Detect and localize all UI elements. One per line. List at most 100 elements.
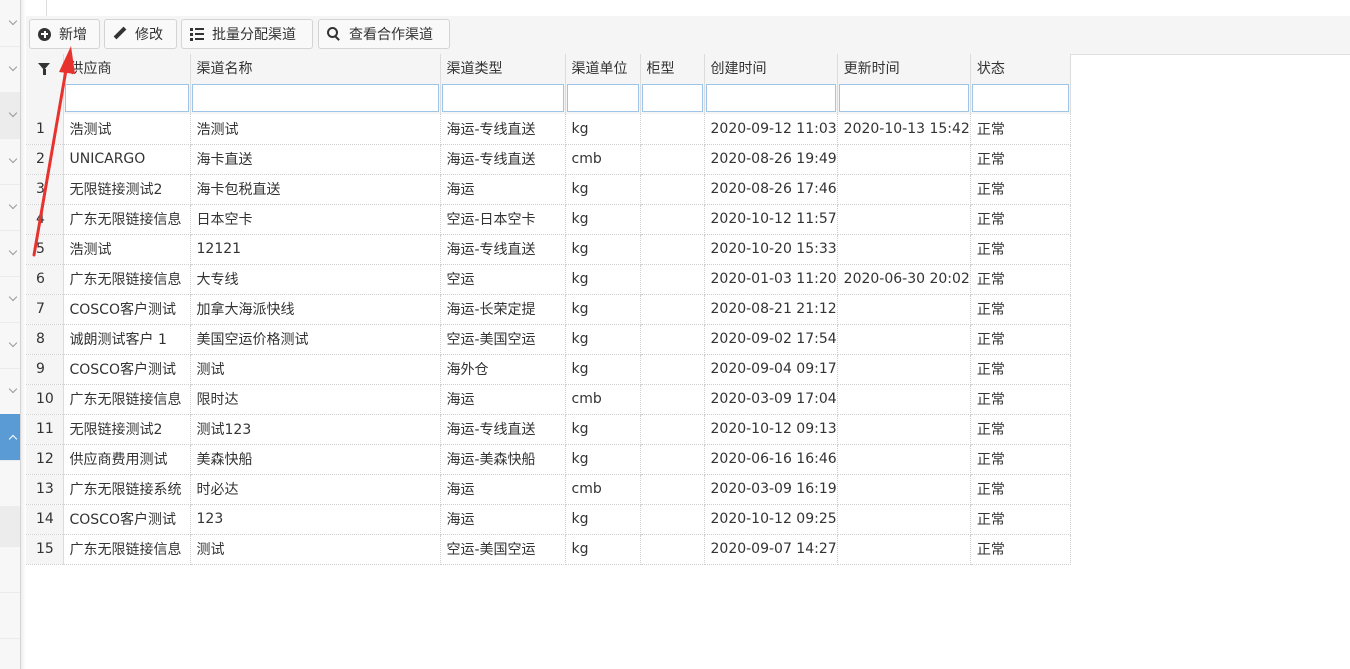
- sidebar-item[interactable]: [0, 592, 20, 639]
- filter-channel-type-input[interactable]: [441, 84, 564, 112]
- cell-status[interactable]: 正常: [970, 144, 1071, 175]
- cell-unit[interactable]: kg: [565, 414, 641, 445]
- table-row[interactable]: 10 广东无限链接信息 限时达 海运 cmb 2020-03-09 17:04 正常: [26, 384, 1071, 415]
- filter-created-input[interactable]: [705, 84, 836, 112]
- cell-created[interactable]: 2020-09-04 09:17: [704, 354, 838, 385]
- sidebar-item[interactable]: [0, 276, 20, 323]
- cell-channel[interactable]: 加拿大海派快线: [190, 294, 441, 325]
- cell-updated[interactable]: [837, 294, 971, 325]
- table-row[interactable]: 5 浩测试 12121 海运-专线直送 kg 2020-10-20 15:33 正常: [26, 234, 1071, 265]
- cell-supplier[interactable]: 无限链接测试2: [63, 414, 191, 445]
- cell-type[interactable]: 海运-专线直送: [440, 414, 566, 445]
- sidebar-item[interactable]: [0, 92, 20, 139]
- column-header[interactable]: 创建时间: [704, 54, 838, 82]
- cell-type[interactable]: 海外仓: [440, 354, 566, 385]
- cell-cabinet[interactable]: [640, 504, 705, 535]
- table-row[interactable]: 11 无限链接测试2 测试123 海运-专线直送 kg 2020-10-12 09:13 正…: [26, 414, 1071, 445]
- cell-type[interactable]: 海运: [440, 474, 566, 505]
- sidebar-item[interactable]: [0, 322, 20, 369]
- cell-created[interactable]: 2020-03-09 16:19: [704, 474, 838, 505]
- filter-status-input[interactable]: [971, 84, 1069, 112]
- table-row[interactable]: 1 浩测试 浩测试 海运-专线直送 kg 2020-09-12 11:03 2020-10-…: [26, 114, 1071, 145]
- cell-cabinet[interactable]: [640, 474, 705, 505]
- filter-channel-name-input[interactable]: [191, 84, 439, 112]
- cell-cabinet[interactable]: [640, 114, 705, 145]
- cell-created[interactable]: 2020-10-12 09:13: [704, 414, 838, 445]
- cell-type[interactable]: 空运-日本空卡: [440, 204, 566, 235]
- cell-created[interactable]: 2020-06-16 16:46: [704, 444, 838, 475]
- cell-created[interactable]: 2020-10-12 11:57: [704, 204, 838, 235]
- column-header[interactable]: 渠道单位: [565, 54, 641, 82]
- cell-type[interactable]: 海运-长荣定提: [440, 294, 566, 325]
- cell-updated[interactable]: [837, 474, 971, 505]
- cell-status[interactable]: 正常: [970, 534, 1071, 565]
- filter-cabinet-input[interactable]: [641, 84, 703, 112]
- cell-supplier[interactable]: 浩测试: [63, 114, 191, 145]
- cell-type[interactable]: 海运-专线直送: [440, 234, 566, 265]
- cell-created[interactable]: 2020-10-12 09:25: [704, 504, 838, 535]
- table-row[interactable]: 12 供应商费用测试 美森快船 海运-美森快船 kg 2020-06-16 16:46 正常: [26, 444, 1071, 475]
- cell-supplier[interactable]: 浩测试: [63, 234, 191, 265]
- cell-channel[interactable]: 日本空卡: [190, 204, 441, 235]
- cell-status[interactable]: 正常: [970, 474, 1071, 505]
- cell-channel[interactable]: 测试123: [190, 414, 441, 445]
- filter-toggle[interactable]: [26, 54, 64, 82]
- cell-cabinet[interactable]: [640, 234, 705, 265]
- cell-status[interactable]: 正常: [970, 234, 1071, 265]
- cell-channel[interactable]: 123: [190, 504, 441, 535]
- column-header[interactable]: 柜型: [640, 54, 705, 82]
- cell-status[interactable]: 正常: [970, 294, 1071, 325]
- table-row[interactable]: 15 广东无限链接信息 测试 空运-美国空运 kg 2020-09-07 14:27 正常: [26, 534, 1071, 565]
- cell-cabinet[interactable]: [640, 144, 705, 175]
- cell-supplier[interactable]: COSCO客户测试: [63, 354, 191, 385]
- sidebar-item[interactable]: [0, 230, 20, 277]
- cell-channel[interactable]: 时必达: [190, 474, 441, 505]
- column-header[interactable]: 供应商: [63, 54, 191, 82]
- cell-supplier[interactable]: 供应商费用测试: [63, 444, 191, 475]
- filter-updated-input[interactable]: [838, 84, 969, 112]
- column-header[interactable]: 状态: [970, 54, 1071, 82]
- cell-type[interactable]: 海运-美森快船: [440, 444, 566, 475]
- sidebar-item-active[interactable]: [0, 414, 20, 461]
- cell-supplier[interactable]: 广东无限链接信息: [63, 264, 191, 295]
- cell-cabinet[interactable]: [640, 174, 705, 205]
- cell-status[interactable]: 正常: [970, 414, 1071, 445]
- cell-channel[interactable]: 测试: [190, 534, 441, 565]
- cell-supplier[interactable]: 广东无限链接系统: [63, 474, 191, 505]
- cell-type[interactable]: 空运: [440, 264, 566, 295]
- cell-updated[interactable]: 2020-10-13 15:42: [837, 114, 971, 145]
- cell-supplier[interactable]: 广东无限链接信息: [63, 204, 191, 235]
- cell-updated[interactable]: [837, 204, 971, 235]
- cell-status[interactable]: 正常: [970, 114, 1071, 145]
- cell-channel[interactable]: 海卡包税直送: [190, 174, 441, 205]
- filter-unit-input[interactable]: [566, 84, 639, 112]
- cell-cabinet[interactable]: [640, 204, 705, 235]
- cell-type[interactable]: 海运: [440, 174, 566, 205]
- cell-created[interactable]: 2020-09-12 11:03: [704, 114, 838, 145]
- table-row[interactable]: 4 广东无限链接信息 日本空卡 空运-日本空卡 kg 2020-10-12 11:57 正常: [26, 204, 1071, 235]
- table-row[interactable]: 3 无限链接测试2 海卡包税直送 海运 kg 2020-08-26 17:46 正常: [26, 174, 1071, 205]
- cell-status[interactable]: 正常: [970, 354, 1071, 385]
- cell-created[interactable]: 2020-10-20 15:33: [704, 234, 838, 265]
- cell-created[interactable]: 2020-03-09 17:04: [704, 384, 838, 415]
- cell-status[interactable]: 正常: [970, 264, 1071, 295]
- cell-type[interactable]: 空运-美国空运: [440, 534, 566, 565]
- cell-updated[interactable]: [837, 324, 971, 355]
- cell-channel[interactable]: 12121: [190, 234, 441, 265]
- cell-unit[interactable]: kg: [565, 504, 641, 535]
- cell-updated[interactable]: [837, 144, 971, 175]
- table-row[interactable]: 7 COSCO客户测试 加拿大海派快线 海运-长荣定提 kg 2020-08-21 21:…: [26, 294, 1071, 325]
- cell-supplier[interactable]: COSCO客户测试: [63, 504, 191, 535]
- cell-unit[interactable]: kg: [565, 264, 641, 295]
- cell-type[interactable]: 海运-专线直送: [440, 144, 566, 175]
- cell-unit[interactable]: kg: [565, 534, 641, 565]
- cell-channel[interactable]: 大专线: [190, 264, 441, 295]
- cell-cabinet[interactable]: [640, 534, 705, 565]
- cell-cabinet[interactable]: [640, 444, 705, 475]
- cell-unit[interactable]: kg: [565, 114, 641, 145]
- cell-unit[interactable]: kg: [565, 354, 641, 385]
- batch-assign-button[interactable]: 批量分配渠道: [181, 19, 313, 49]
- cell-supplier[interactable]: 广东无限链接信息: [63, 384, 191, 415]
- cell-updated[interactable]: [837, 174, 971, 205]
- cell-created[interactable]: 2020-01-03 11:20: [704, 264, 838, 295]
